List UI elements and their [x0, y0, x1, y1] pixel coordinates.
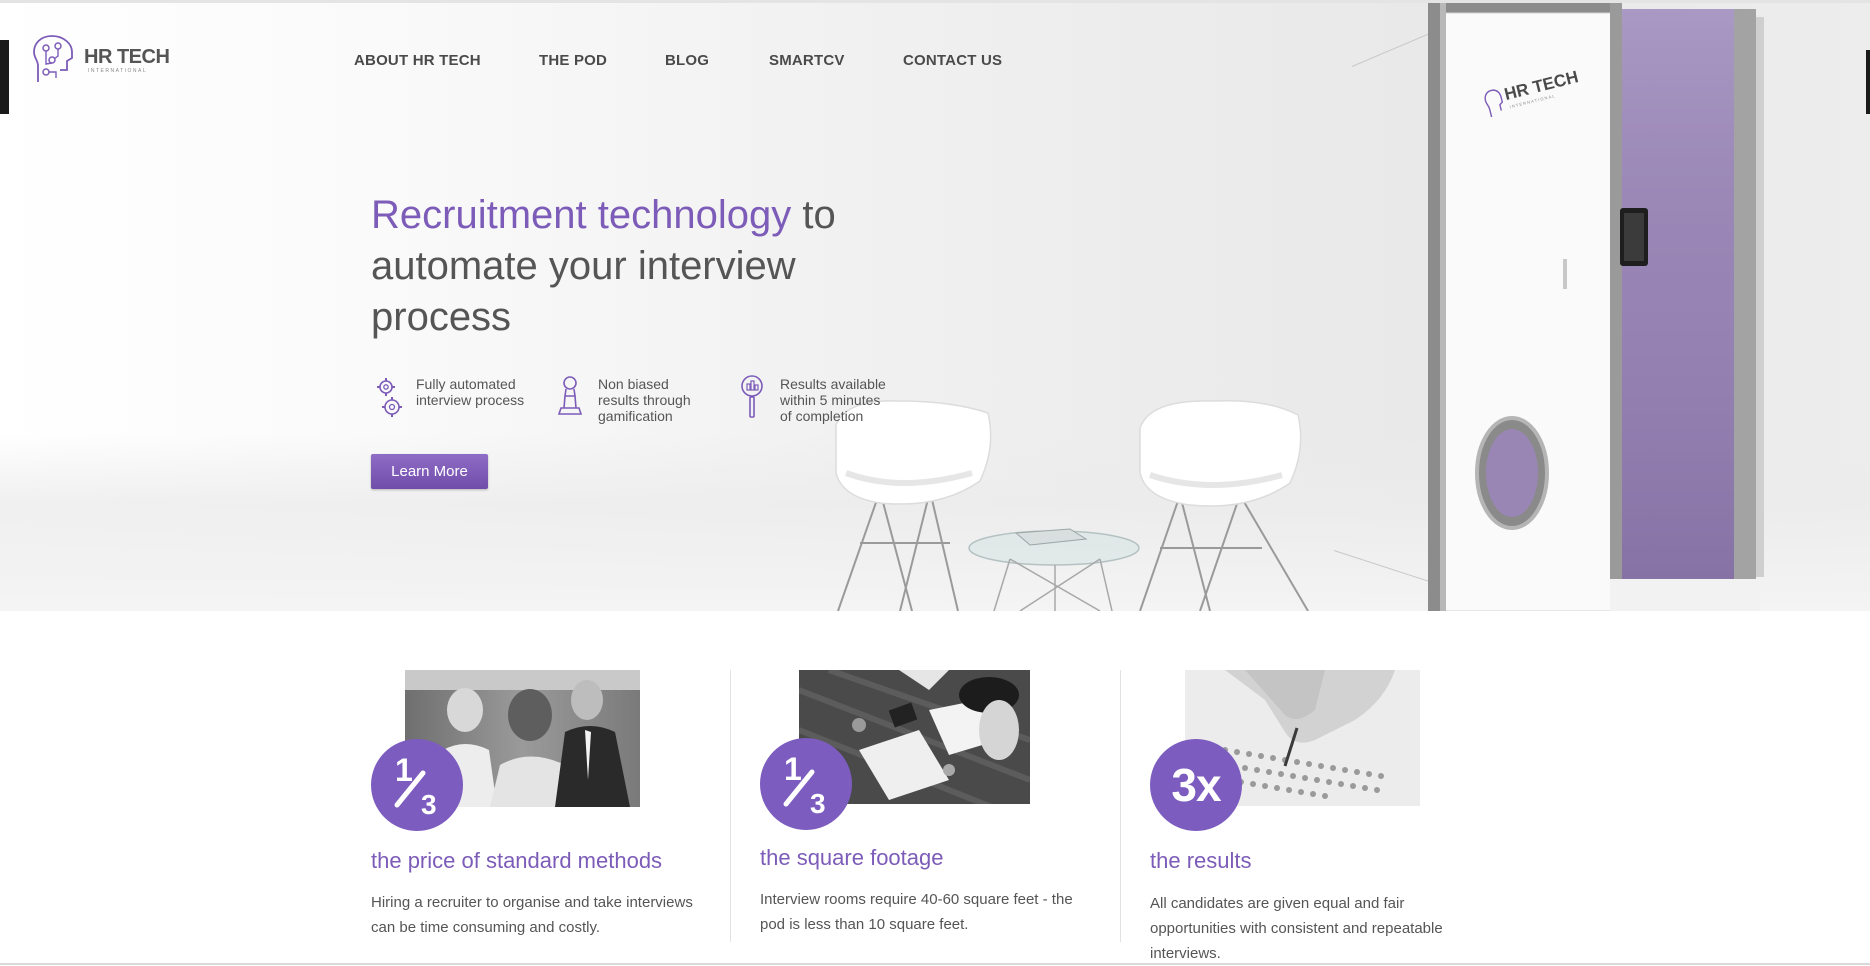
logo-subtext: INTERNATIONAL	[88, 68, 148, 74]
stat-description: Interview rooms require 40-60 square fee…	[760, 891, 1073, 933]
chair-left	[837, 490, 959, 611]
stat-description: All candidates are given equal and fair …	[1150, 895, 1443, 962]
pod	[1428, 3, 1764, 611]
stat-badge: 3x	[1150, 739, 1242, 831]
stat-title: the results	[1150, 848, 1252, 873]
nav-about-hr-tech[interactable]: ABOUT HR TECH	[354, 52, 481, 69]
feature-text: Fully automated interview process	[416, 376, 525, 408]
nav-blog[interactable]: BLOG	[665, 52, 709, 69]
stat-badge-value: 3x	[1171, 759, 1221, 811]
headline-accent: Recruitment technology	[371, 193, 792, 237]
gears-icon	[377, 378, 402, 417]
hero-headline: Recruitment technology to automate your …	[371, 190, 891, 343]
right-edge-bar	[1866, 50, 1870, 114]
svg-text:1: 1	[784, 751, 802, 787]
fraction-glyph: 1 3	[394, 752, 437, 820]
nav-the-pod[interactable]: THE POD	[539, 52, 607, 69]
column-divider	[1120, 670, 1121, 942]
svg-text:3: 3	[421, 789, 437, 820]
feature-text: Non biased results through gamification	[598, 376, 691, 424]
brain-circuit-icon	[33, 35, 73, 82]
site-logo[interactable]: HR TECH INTERNATIONAL	[32, 34, 170, 86]
stat-description: Hiring a recruiter to organise and take …	[371, 894, 693, 936]
chair-right	[1139, 494, 1309, 611]
fraction-glyph: 1 3	[783, 751, 826, 819]
left-edge-bar	[0, 40, 9, 114]
hero-background-illustration	[835, 3, 1764, 611]
nav-smartcv[interactable]: SMARTCV	[769, 52, 845, 69]
stat-title: the square footage	[760, 845, 944, 870]
glass-table	[968, 530, 1140, 611]
column-divider	[730, 670, 731, 942]
chair-right-seat	[1139, 400, 1302, 507]
stat-badge: 1 3	[371, 739, 463, 831]
nav-contact-us[interactable]: CONTACT US	[903, 52, 1002, 69]
learn-more-button[interactable]: Learn More	[371, 454, 488, 489]
svg-text:1: 1	[395, 752, 413, 788]
svg-text:3: 3	[810, 788, 826, 819]
feature-text: Results available within 5 minutes of co…	[780, 376, 886, 424]
logo-text: HR TECH	[84, 46, 170, 68]
pawn-icon	[557, 376, 583, 415]
magnifier-chart-icon	[741, 375, 763, 418]
hero-section: HR TECH INTERNATIONAL	[0, 3, 1870, 611]
stat-title: the price of standard methods	[371, 848, 663, 873]
stat-badge: 1 3	[760, 738, 852, 830]
